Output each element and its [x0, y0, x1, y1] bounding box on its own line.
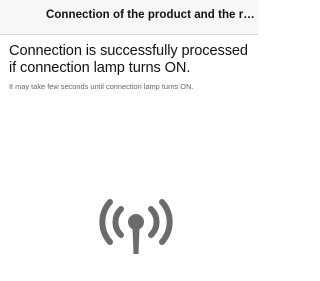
antenna-stem: [132, 226, 140, 254]
connection-hint: It may take few seconds until connection…: [9, 82, 194, 91]
page-title: Connection of the product and the ro...: [46, 9, 256, 21]
app-screen: Connection of the product and the ro... …: [0, 0, 258, 281]
inner-left-wave: [112, 206, 124, 238]
wireless-signal-icon: [96, 196, 176, 256]
instruction-content: Connection is successfully processed if …: [9, 43, 255, 91]
inner-right-wave: [148, 206, 160, 238]
navigation-bar: Connection of the product and the ro...: [0, 0, 258, 35]
outer-left-wave: [99, 199, 113, 245]
connection-headline: Connection is successfully processed if …: [9, 43, 248, 76]
outer-right-wave: [159, 199, 173, 245]
